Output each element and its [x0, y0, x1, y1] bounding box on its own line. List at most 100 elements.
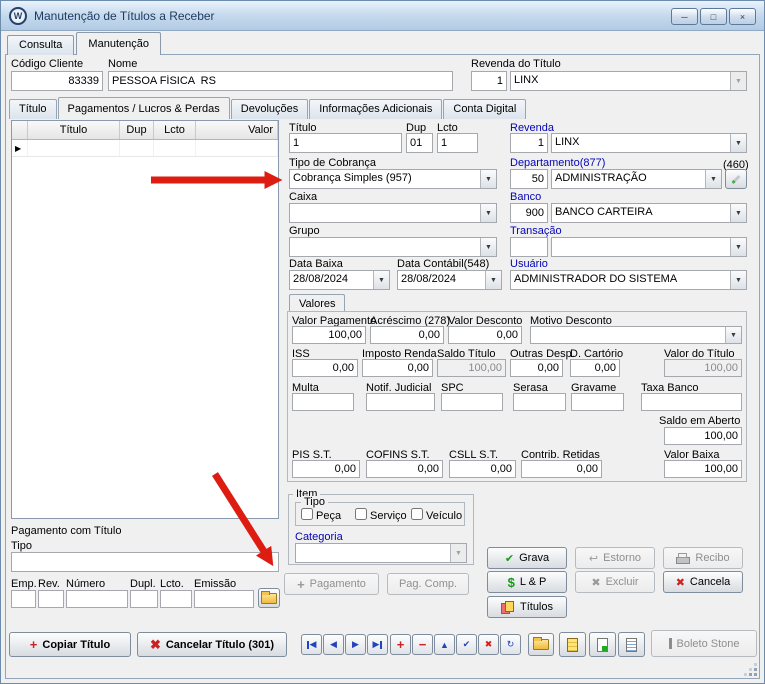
nav-first-button[interactable]: ◀: [301, 634, 322, 655]
acrescimo-field[interactable]: [370, 326, 444, 344]
nome-field[interactable]: [108, 71, 453, 91]
nav-delete-button[interactable]: −: [412, 634, 433, 655]
titulos-button[interactable]: Títulos: [487, 596, 567, 618]
maximize-button[interactable]: □: [700, 8, 727, 25]
departamento-num-field[interactable]: [510, 169, 548, 189]
grupo-combo[interactable]: ▼: [289, 237, 497, 257]
valor-baixa-field[interactable]: [664, 460, 742, 478]
tab-manutencao[interactable]: Manutenção: [76, 32, 161, 55]
dup-field[interactable]: [406, 133, 433, 153]
valor-desconto-field[interactable]: [448, 326, 522, 344]
serasa-field[interactable]: [513, 393, 566, 411]
grid-col-dup[interactable]: Dup: [120, 121, 154, 139]
cofins-st-field[interactable]: [366, 460, 443, 478]
pct-emp-field[interactable]: [11, 590, 36, 608]
codigo-cliente-field[interactable]: [11, 71, 103, 91]
spc-field[interactable]: [441, 393, 503, 411]
tab-consulta[interactable]: Consulta: [7, 35, 75, 55]
boleto-stone-button[interactable]: Boleto Stone: [651, 630, 757, 657]
tab-informacoes-adicionais[interactable]: Informações Adicionais: [309, 99, 443, 119]
titulos-grid[interactable]: Título Dup Lcto Valor ▶: [11, 120, 279, 519]
imposto-renda-field[interactable]: [362, 359, 433, 377]
transacao-combo[interactable]: ▼: [551, 237, 747, 257]
motivo-desconto-combo[interactable]: ▼: [530, 326, 742, 344]
departamento-edit-button[interactable]: [725, 169, 747, 189]
titlebar[interactable]: W Manutenção de Títulos a Receber: [1, 1, 764, 31]
grid-col-valor[interactable]: Valor: [196, 121, 278, 139]
pis-st-field[interactable]: [292, 460, 360, 478]
gravame-field[interactable]: [571, 393, 624, 411]
lp-button[interactable]: $ L & P: [487, 571, 567, 593]
veiculo-checkbox[interactable]: [411, 508, 423, 520]
revenda-titulo-num-field[interactable]: [471, 71, 507, 91]
revenda-combo[interactable]: LINX ▼: [551, 133, 747, 153]
copiar-titulo-button[interactable]: + Copiar Título: [9, 632, 131, 657]
banco-num-field[interactable]: [510, 203, 548, 223]
nav-cancel-button[interactable]: ✖: [478, 634, 499, 655]
pct-lcto-field[interactable]: [160, 590, 192, 608]
titulo-field[interactable]: [289, 133, 402, 153]
servico-checkbox[interactable]: [355, 508, 367, 520]
categoria-combo[interactable]: ▼: [295, 543, 467, 563]
minimize-button[interactable]: ─: [671, 8, 698, 25]
pct-rev-field[interactable]: [38, 590, 64, 608]
pct-emissao-field[interactable]: [194, 590, 254, 608]
departamento-combo[interactable]: ADMINISTRAÇÃO ▼: [551, 169, 722, 189]
excluir-button[interactable]: ✖ Excluir: [575, 571, 655, 593]
resize-grip[interactable]: [744, 663, 757, 676]
grid-row[interactable]: ▶: [12, 140, 278, 157]
tab-titulo[interactable]: Título: [9, 99, 57, 119]
banco-combo[interactable]: BANCO CARTEIRA ▼: [551, 203, 747, 223]
recibo-button[interactable]: Recibo: [663, 547, 743, 569]
taxa-banco-field[interactable]: [641, 393, 742, 411]
data-contabil-picker[interactable]: 28/08/2024 ▼: [397, 270, 502, 290]
close-button[interactable]: ×: [729, 8, 756, 25]
lcto-field[interactable]: [437, 133, 478, 153]
tab-pagamentos-lucros-perdas[interactable]: Pagamentos / Lucros & Perdas: [57, 97, 230, 119]
peca-checkbox[interactable]: [301, 508, 313, 520]
toolbar-export-button[interactable]: [589, 632, 616, 657]
csll-st-field[interactable]: [449, 460, 516, 478]
grava-button[interactable]: ✔ Grava: [487, 547, 567, 569]
iss-field[interactable]: [292, 359, 358, 377]
tab-conta-digital[interactable]: Conta Digital: [443, 99, 527, 119]
nav-insert-button[interactable]: +: [390, 634, 411, 655]
nav-last-button[interactable]: ▶: [367, 634, 388, 655]
contrib-retidas-field[interactable]: [521, 460, 602, 478]
data-baixa-picker[interactable]: 28/08/2024 ▼: [289, 270, 390, 290]
grid-col-titulo[interactable]: Título: [28, 121, 120, 139]
tipo-cobranca-combo[interactable]: Cobrança Simples (957) ▼: [289, 169, 497, 189]
pct-dupl-field[interactable]: [130, 590, 158, 608]
saldo-em-aberto-field[interactable]: [664, 427, 742, 445]
tab-valores[interactable]: Valores: [289, 294, 346, 312]
nav-prior-button[interactable]: ◀: [323, 634, 344, 655]
toolbar-report-button[interactable]: [618, 632, 645, 657]
d-cartorio-field[interactable]: [570, 359, 620, 377]
open-folder-button[interactable]: [528, 633, 554, 656]
pct-search-button[interactable]: [258, 588, 280, 608]
nav-refresh-button[interactable]: ↻: [500, 634, 521, 655]
nav-post-button[interactable]: ✔: [456, 634, 477, 655]
grid-col-lcto[interactable]: Lcto: [154, 121, 196, 139]
revenda-num-field[interactable]: [510, 133, 548, 153]
multa-field[interactable]: [292, 393, 354, 411]
tab-devolucoes[interactable]: Devoluções: [230, 99, 309, 119]
pct-numero-field[interactable]: [66, 590, 128, 608]
nav-edit-button[interactable]: ▲: [434, 634, 455, 655]
valor-pagamento-field[interactable]: [292, 326, 366, 344]
pag-comp-button[interactable]: Pag. Comp.: [387, 573, 469, 595]
outras-desp-field[interactable]: [510, 359, 563, 377]
usuario-combo[interactable]: ADMINISTRADOR DO SISTEMA ▼: [510, 270, 747, 290]
cancela-button[interactable]: ✖ Cancela: [663, 571, 743, 593]
transacao-num-field[interactable]: [510, 237, 548, 257]
nav-next-button[interactable]: ▶: [345, 634, 366, 655]
caixa-combo[interactable]: ▼: [289, 203, 497, 223]
toolbar-note-button[interactable]: [559, 632, 586, 657]
pagamento-button[interactable]: + Pagamento: [284, 573, 379, 595]
estorno-button[interactable]: ↩ Estorno: [575, 547, 655, 569]
revenda-titulo-combo[interactable]: LINX ▼: [510, 71, 747, 91]
cancelar-titulo-button[interactable]: ✖ Cancelar Título (301): [137, 632, 287, 657]
chevron-down-icon: ▼: [730, 134, 746, 152]
notif-judicial-field[interactable]: [366, 393, 435, 411]
pct-tipo-field[interactable]: [11, 552, 279, 572]
